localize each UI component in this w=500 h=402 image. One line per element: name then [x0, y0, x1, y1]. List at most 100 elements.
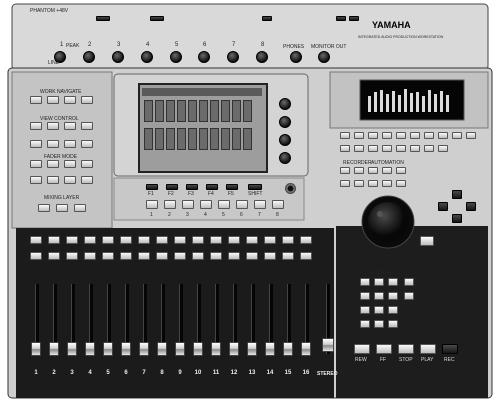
ch15-sel-button[interactable]: [282, 236, 294, 244]
ch3-fader[interactable]: [67, 342, 77, 356]
view-button-2[interactable]: [47, 122, 59, 130]
track-button-3[interactable]: [368, 132, 378, 139]
marker-button-8[interactable]: [374, 306, 384, 314]
ch1-on-button[interactable]: [30, 252, 42, 260]
track-button-11[interactable]: [340, 145, 350, 152]
work-nav-button-2[interactable]: [47, 96, 59, 104]
recorder-button-4[interactable]: [354, 180, 364, 187]
ch6-fader[interactable]: [121, 342, 131, 356]
ch2-sel-button[interactable]: [48, 236, 60, 244]
screen-encoder-4[interactable]: [279, 152, 291, 164]
view-button-8[interactable]: [81, 140, 93, 148]
phantom-switch-2[interactable]: [150, 16, 164, 21]
view-button-4[interactable]: [81, 122, 93, 130]
numeric-key-6[interactable]: [236, 200, 248, 209]
marker-button-2[interactable]: [374, 278, 384, 286]
trim-knob-6[interactable]: [198, 51, 210, 63]
trim-knob-8[interactable]: [256, 51, 268, 63]
numeric-key-3[interactable]: [182, 200, 194, 209]
ch5-sel-button[interactable]: [102, 236, 114, 244]
layer-button-1[interactable]: [38, 204, 50, 212]
marker-button-11[interactable]: [374, 320, 384, 328]
trim-knob-5[interactable]: [170, 51, 182, 63]
track-button-17[interactable]: [424, 145, 434, 152]
automation-button-3[interactable]: [396, 167, 406, 174]
fader-mode-button-1[interactable]: [30, 160, 42, 168]
ch16-fader[interactable]: [301, 342, 311, 356]
ch5-fader[interactable]: [103, 342, 113, 356]
ch2-on-button[interactable]: [48, 252, 60, 260]
locate-button-1[interactable]: [404, 278, 414, 286]
ch7-sel-button[interactable]: [138, 236, 150, 244]
trim-knob-4[interactable]: [141, 51, 153, 63]
recorder-button-1[interactable]: [340, 167, 350, 174]
ch9-sel-button[interactable]: [174, 236, 186, 244]
ch15-fader[interactable]: [283, 342, 293, 356]
marker-button-9[interactable]: [388, 306, 398, 314]
track-button-8[interactable]: [438, 132, 448, 139]
trim-knob-7[interactable]: [227, 51, 239, 63]
marker-button-6[interactable]: [388, 292, 398, 300]
numeric-key-7[interactable]: [254, 200, 266, 209]
ch11-on-button[interactable]: [210, 252, 222, 260]
ch7-fader[interactable]: [139, 342, 149, 356]
trim-knob-2[interactable]: [83, 51, 95, 63]
marker-button-5[interactable]: [374, 292, 384, 300]
view-button-7[interactable]: [64, 140, 76, 148]
ch13-fader[interactable]: [247, 342, 257, 356]
trim-knob-3[interactable]: [112, 51, 124, 63]
shift-key[interactable]: [248, 184, 262, 190]
ch12-on-button[interactable]: [228, 252, 240, 260]
ch8-on-button[interactable]: [156, 252, 168, 260]
monitor-out-knob[interactable]: [318, 51, 330, 63]
cursor-up-button[interactable]: [452, 190, 462, 199]
work-nav-button-3[interactable]: [64, 96, 76, 104]
ch12-sel-button[interactable]: [228, 236, 240, 244]
fader-mode-button-3[interactable]: [64, 160, 76, 168]
view-button-3[interactable]: [64, 122, 76, 130]
fast-forward-button[interactable]: [376, 344, 392, 354]
ch7-on-button[interactable]: [138, 252, 150, 260]
numeric-key-4[interactable]: [200, 200, 212, 209]
ch8-sel-button[interactable]: [156, 236, 168, 244]
phones-knob[interactable]: [290, 51, 302, 63]
marker-button-12[interactable]: [388, 320, 398, 328]
track-button-13[interactable]: [368, 145, 378, 152]
track-button-16[interactable]: [410, 145, 420, 152]
view-button-5[interactable]: [30, 140, 42, 148]
ch11-sel-button[interactable]: [210, 236, 222, 244]
ch6-on-button[interactable]: [120, 252, 132, 260]
marker-button-1[interactable]: [360, 278, 370, 286]
ch10-fader[interactable]: [193, 342, 203, 356]
ch13-on-button[interactable]: [246, 252, 258, 260]
ch14-fader[interactable]: [265, 342, 275, 356]
layer-button-3[interactable]: [74, 204, 86, 212]
recorder-button-3[interactable]: [340, 180, 350, 187]
play-button[interactable]: [420, 344, 436, 354]
ch2-fader[interactable]: [49, 342, 59, 356]
automation-button-1[interactable]: [368, 167, 378, 174]
screen-encoder-3[interactable]: [279, 134, 291, 146]
numeric-key-8[interactable]: [272, 200, 284, 209]
phantom-switch-1[interactable]: [96, 16, 110, 21]
numeric-key-5[interactable]: [218, 200, 230, 209]
ch9-on-button[interactable]: [174, 252, 186, 260]
marker-button-7[interactable]: [360, 306, 370, 314]
layer-button-2[interactable]: [56, 204, 68, 212]
ch10-on-button[interactable]: [192, 252, 204, 260]
phantom-switch-3[interactable]: [262, 16, 272, 21]
work-nav-button-1[interactable]: [30, 96, 42, 104]
ch12-fader[interactable]: [229, 342, 239, 356]
ch1-sel-button[interactable]: [30, 236, 42, 244]
locate-button-2[interactable]: [404, 292, 414, 300]
track-button-9[interactable]: [452, 132, 462, 139]
automation-button-6[interactable]: [396, 180, 406, 187]
cursor-left-button[interactable]: [438, 202, 448, 211]
automation-button-4[interactable]: [368, 180, 378, 187]
automation-button-2[interactable]: [382, 167, 392, 174]
fader-mode-button-6[interactable]: [47, 176, 59, 184]
ch4-sel-button[interactable]: [84, 236, 96, 244]
track-button-10[interactable]: [466, 132, 476, 139]
ch3-sel-button[interactable]: [66, 236, 78, 244]
nudge-button[interactable]: [420, 236, 434, 246]
